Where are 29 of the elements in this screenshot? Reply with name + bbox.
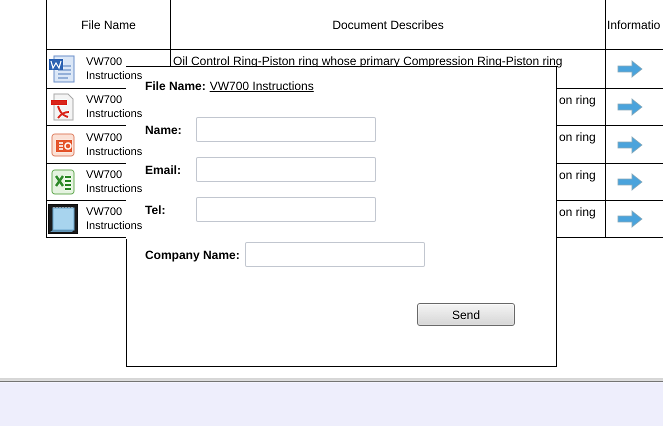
arrow-right-icon[interactable] xyxy=(617,98,643,116)
file-name[interactable]: VW700 Instructions xyxy=(86,130,144,158)
field-label: Name: xyxy=(145,122,183,138)
column-header: Informatio xyxy=(607,16,660,34)
file-name[interactable]: VW700 Instructions xyxy=(86,168,144,196)
arrow-right-icon[interactable] xyxy=(617,60,643,78)
description-text: on ring xyxy=(559,130,596,144)
description-text: on ring xyxy=(559,205,596,219)
input-field[interactable] xyxy=(196,157,376,182)
notepad-icon xyxy=(48,204,78,234)
file-link[interactable]: VW700 Instructions xyxy=(210,77,314,95)
file-name[interactable]: VW700 Instructions xyxy=(86,55,144,83)
field-label: Email: xyxy=(145,162,182,178)
description-text: on ring xyxy=(559,93,596,107)
field-label: Company Name: xyxy=(145,246,240,264)
file-name-label: File Name: xyxy=(145,78,206,95)
send-button[interactable]: Send xyxy=(417,303,515,326)
input-field[interactable] xyxy=(196,197,376,222)
field-label: Tel: xyxy=(145,202,166,218)
input-field[interactable] xyxy=(196,117,376,142)
column-header: File Name xyxy=(81,16,136,34)
arrow-right-icon[interactable] xyxy=(617,136,643,154)
arrow-right-icon[interactable] xyxy=(617,173,643,191)
column-header: Document Describes xyxy=(332,16,444,34)
file-name[interactable]: VW700 Instructions xyxy=(86,93,144,121)
arrow-right-icon[interactable] xyxy=(617,210,643,228)
input-field[interactable] xyxy=(244,242,425,267)
file-name[interactable]: VW700 Instructions xyxy=(86,205,144,233)
description-text: on ring xyxy=(559,168,596,182)
